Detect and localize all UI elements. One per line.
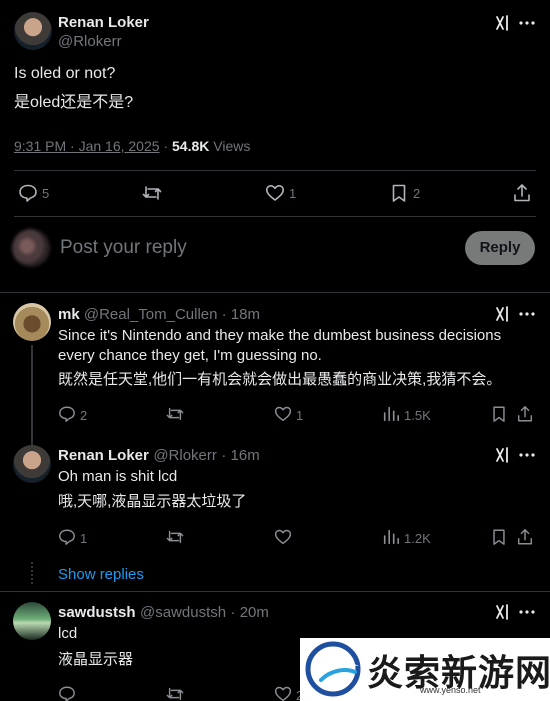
more-icon[interactable] xyxy=(518,446,536,464)
grok-icon[interactable] xyxy=(494,603,512,621)
author-name[interactable]: Renan Loker xyxy=(58,14,149,31)
grok-icon[interactable] xyxy=(494,305,512,323)
reply-text-zh: 既然是任天堂,他们一有机会就会做出最愚蠢的商业决策,我猜不会。 xyxy=(58,371,502,388)
reply-time[interactable]: · 20m xyxy=(231,604,269,621)
repost-icon[interactable] xyxy=(166,685,184,701)
reply-icon[interactable] xyxy=(58,685,76,701)
dotted-thread-line xyxy=(31,562,33,584)
share-icon[interactable] xyxy=(516,405,534,423)
views-icon[interactable] xyxy=(382,528,400,546)
reply-text-en: Since it's Nintendo and they make the du… xyxy=(58,327,502,364)
reply-author-name[interactable]: Renan Loker xyxy=(58,447,149,464)
bookmark-icon[interactable] xyxy=(389,183,409,203)
reply-avatar[interactable] xyxy=(13,303,51,341)
show-replies-link[interactable]: Show replies xyxy=(58,566,144,583)
reply-avatar[interactable] xyxy=(13,445,51,483)
reply-text-zh: 哦,天哪,液晶显示器太垃圾了 xyxy=(58,493,247,510)
meta-separator: · xyxy=(163,138,169,154)
reply-icon[interactable] xyxy=(58,405,76,423)
repost-icon[interactable] xyxy=(142,183,162,203)
bookmark-count: 2 xyxy=(413,186,421,201)
my-avatar xyxy=(12,229,50,267)
tweet-text-en: Is oled or not? xyxy=(14,65,116,82)
reply-time[interactable]: · 16m xyxy=(221,447,259,464)
watermark-logo-icon xyxy=(303,640,363,698)
repost-icon[interactable] xyxy=(166,405,184,423)
share-icon[interactable] xyxy=(512,183,532,203)
divider xyxy=(14,216,536,217)
views-count: 54.8K xyxy=(172,138,210,154)
reply-icon[interactable] xyxy=(58,528,76,546)
like-icon[interactable] xyxy=(265,183,285,203)
tweet-text-zh: 是oled还是不是? xyxy=(14,94,134,111)
reply-icon[interactable] xyxy=(18,183,38,203)
like-count: 1 xyxy=(296,408,304,423)
more-icon[interactable] xyxy=(518,305,536,323)
bookmark-icon[interactable] xyxy=(490,528,508,546)
reply-text-zh: 液晶显示器 xyxy=(58,651,134,668)
more-icon[interactable] xyxy=(518,603,536,621)
reply-avatar[interactable] xyxy=(13,602,51,640)
tweet-timestamp[interactable]: 9:31 PM · Jan 16, 2025 xyxy=(14,138,160,154)
reply-time[interactable]: · 18m xyxy=(222,306,260,323)
views-count: 1.5K xyxy=(404,408,431,423)
thread-line xyxy=(31,345,33,445)
divider xyxy=(0,292,550,293)
reply-author-name[interactable]: mk xyxy=(58,306,80,323)
reply-header: Renan Loker @Rlokerr · 16m xyxy=(58,447,260,465)
views-icon[interactable] xyxy=(382,405,400,423)
reply-author-name[interactable]: sawdustsh xyxy=(58,604,136,621)
reply-button[interactable]: Reply xyxy=(465,231,535,265)
watermark-url: www.yenso.net xyxy=(420,685,481,695)
divider xyxy=(14,170,536,171)
author-avatar[interactable] xyxy=(14,12,52,50)
reply-count: 5 xyxy=(42,186,50,201)
reply-header: mk @Real_Tom_Cullen · 18m xyxy=(58,306,260,323)
views-label: Views xyxy=(213,138,251,154)
like-icon[interactable] xyxy=(274,528,292,546)
divider xyxy=(0,591,550,592)
repost-icon[interactable] xyxy=(166,528,184,546)
reply-input[interactable]: Post your reply xyxy=(60,237,187,259)
reply-author-handle[interactable]: @sawdustsh xyxy=(140,604,226,621)
author-handle[interactable]: @Rlokerr xyxy=(58,33,122,50)
grok-icon[interactable] xyxy=(494,14,512,32)
share-icon[interactable] xyxy=(516,528,534,546)
tweet-meta: 9:31 PM · Jan 16, 2025 · 54.8K Views xyxy=(14,138,250,154)
reply-author-handle[interactable]: @Rlokerr xyxy=(153,447,217,464)
more-icon[interactable] xyxy=(518,14,536,32)
bookmark-icon[interactable] xyxy=(490,405,508,423)
reply-author-handle[interactable]: @Real_Tom_Cullen xyxy=(84,306,218,323)
reply-header: sawdustsh @sawdustsh · 20m xyxy=(58,604,269,622)
like-icon[interactable] xyxy=(274,405,292,423)
like-icon[interactable] xyxy=(274,685,292,701)
like-count: 1 xyxy=(289,186,297,201)
reply-text-en: lcd xyxy=(58,625,78,642)
views-count: 1.2K xyxy=(404,531,431,546)
grok-icon[interactable] xyxy=(494,446,512,464)
reply-count: 2 xyxy=(80,408,88,423)
reply-text-en: Oh man is shit lcd xyxy=(58,468,178,485)
reply-count: 1 xyxy=(80,531,88,546)
